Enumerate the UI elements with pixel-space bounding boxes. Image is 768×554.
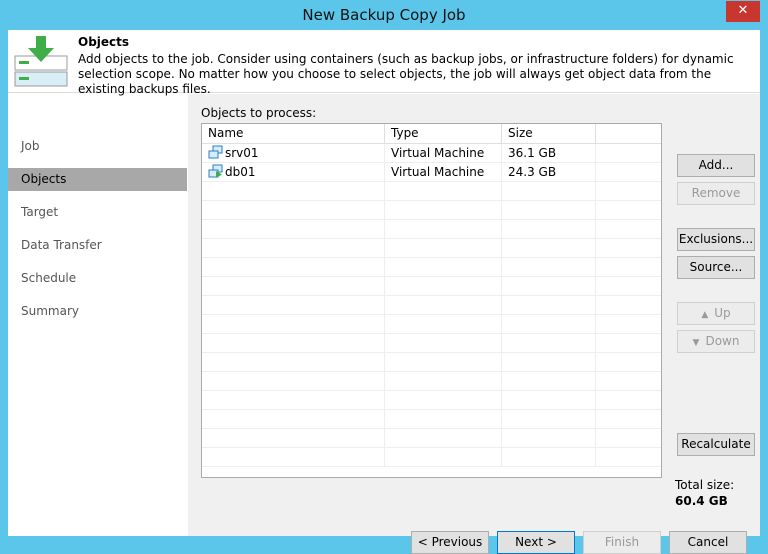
down-label: Down <box>705 334 740 348</box>
object-name: db01 <box>225 165 256 179</box>
remove-button[interactable]: Remove <box>677 182 755 205</box>
add-button[interactable]: Add... <box>677 154 755 177</box>
column-header-name[interactable]: Name <box>202 124 385 144</box>
next-button[interactable]: Next > <box>497 531 575 554</box>
step-data-transfer[interactable]: Data Transfer <box>8 234 187 257</box>
cell-size: 24.3 GB <box>502 163 596 182</box>
column-header-type[interactable]: Type <box>385 124 502 144</box>
wizard-header: Objects Add objects to the job. Consider… <box>8 30 760 96</box>
down-button[interactable]: ▼ Down <box>677 330 755 353</box>
step-job[interactable]: Job <box>8 135 187 158</box>
cell-type: Virtual Machine <box>385 163 502 182</box>
column-header-size[interactable]: Size <box>502 124 596 144</box>
step-target[interactable]: Target <box>8 201 187 224</box>
up-label: Up <box>714 306 731 320</box>
object-name: srv01 <box>225 146 259 160</box>
cell-size: 36.1 GB <box>502 144 596 163</box>
page-title: Objects <box>78 35 130 49</box>
finish-button[interactable]: Finish <box>583 531 661 554</box>
empty-row <box>202 429 661 448</box>
empty-row <box>202 410 661 429</box>
previous-button[interactable]: < Previous <box>411 531 489 554</box>
title-bar[interactable]: New Backup Copy Job ✕ <box>0 0 768 30</box>
step-schedule[interactable]: Schedule <box>8 267 187 290</box>
cell-name: db01 <box>202 163 385 182</box>
wizard-client: Objects Add objects to the job. Consider… <box>8 30 760 554</box>
close-button[interactable]: ✕ <box>726 1 760 22</box>
source-button[interactable]: Source... <box>677 256 755 279</box>
wizard-window: New Backup Copy Job ✕ Objects Add object… <box>0 0 768 554</box>
list-header: Name Type Size <box>202 124 661 144</box>
table-row[interactable]: srv01 Virtual Machine 36.1 GB <box>202 144 661 163</box>
cell-type: Virtual Machine <box>385 144 502 163</box>
main-panel: Objects to process: Name Type Size srv01… <box>188 94 760 554</box>
cancel-button[interactable]: Cancel <box>669 531 747 554</box>
vm-running-icon <box>208 164 223 178</box>
objects-list[interactable]: Name Type Size srv01 Virtual Machine 36.… <box>201 123 662 478</box>
page-description: Add objects to the job. Consider using c… <box>78 52 734 96</box>
empty-row <box>202 258 661 277</box>
empty-row <box>202 315 661 334</box>
table-row[interactable]: db01 Virtual Machine 24.3 GB <box>202 163 661 182</box>
empty-row <box>202 296 661 315</box>
empty-row <box>202 391 661 410</box>
wizard-steps: Job Objects Target Data Transfer Schedul… <box>8 98 188 536</box>
vm-icon <box>208 145 223 159</box>
cell-name: srv01 <box>202 144 385 163</box>
add-objects-icon <box>14 36 68 87</box>
empty-row <box>202 201 661 220</box>
empty-row <box>202 334 661 353</box>
step-objects[interactable]: Objects <box>8 168 187 191</box>
recalculate-button[interactable]: Recalculate <box>677 433 755 456</box>
arrow-up-icon: ▲ <box>701 310 709 320</box>
exclusions-button[interactable]: Exclusions... <box>677 228 755 251</box>
total-size-label: Total size: <box>675 478 735 492</box>
total-size-value: 60.4 GB <box>675 494 728 508</box>
empty-row <box>202 448 661 467</box>
up-button[interactable]: ▲ Up <box>677 302 755 325</box>
empty-row <box>202 182 661 201</box>
window-title: New Backup Copy Job <box>302 6 466 24</box>
empty-row <box>202 277 661 296</box>
empty-row <box>202 372 661 391</box>
empty-row <box>202 220 661 239</box>
step-summary[interactable]: Summary <box>8 300 187 323</box>
empty-row <box>202 239 661 258</box>
empty-row <box>202 353 661 372</box>
objects-label: Objects to process: <box>201 106 317 120</box>
arrow-down-icon: ▼ <box>692 338 700 348</box>
